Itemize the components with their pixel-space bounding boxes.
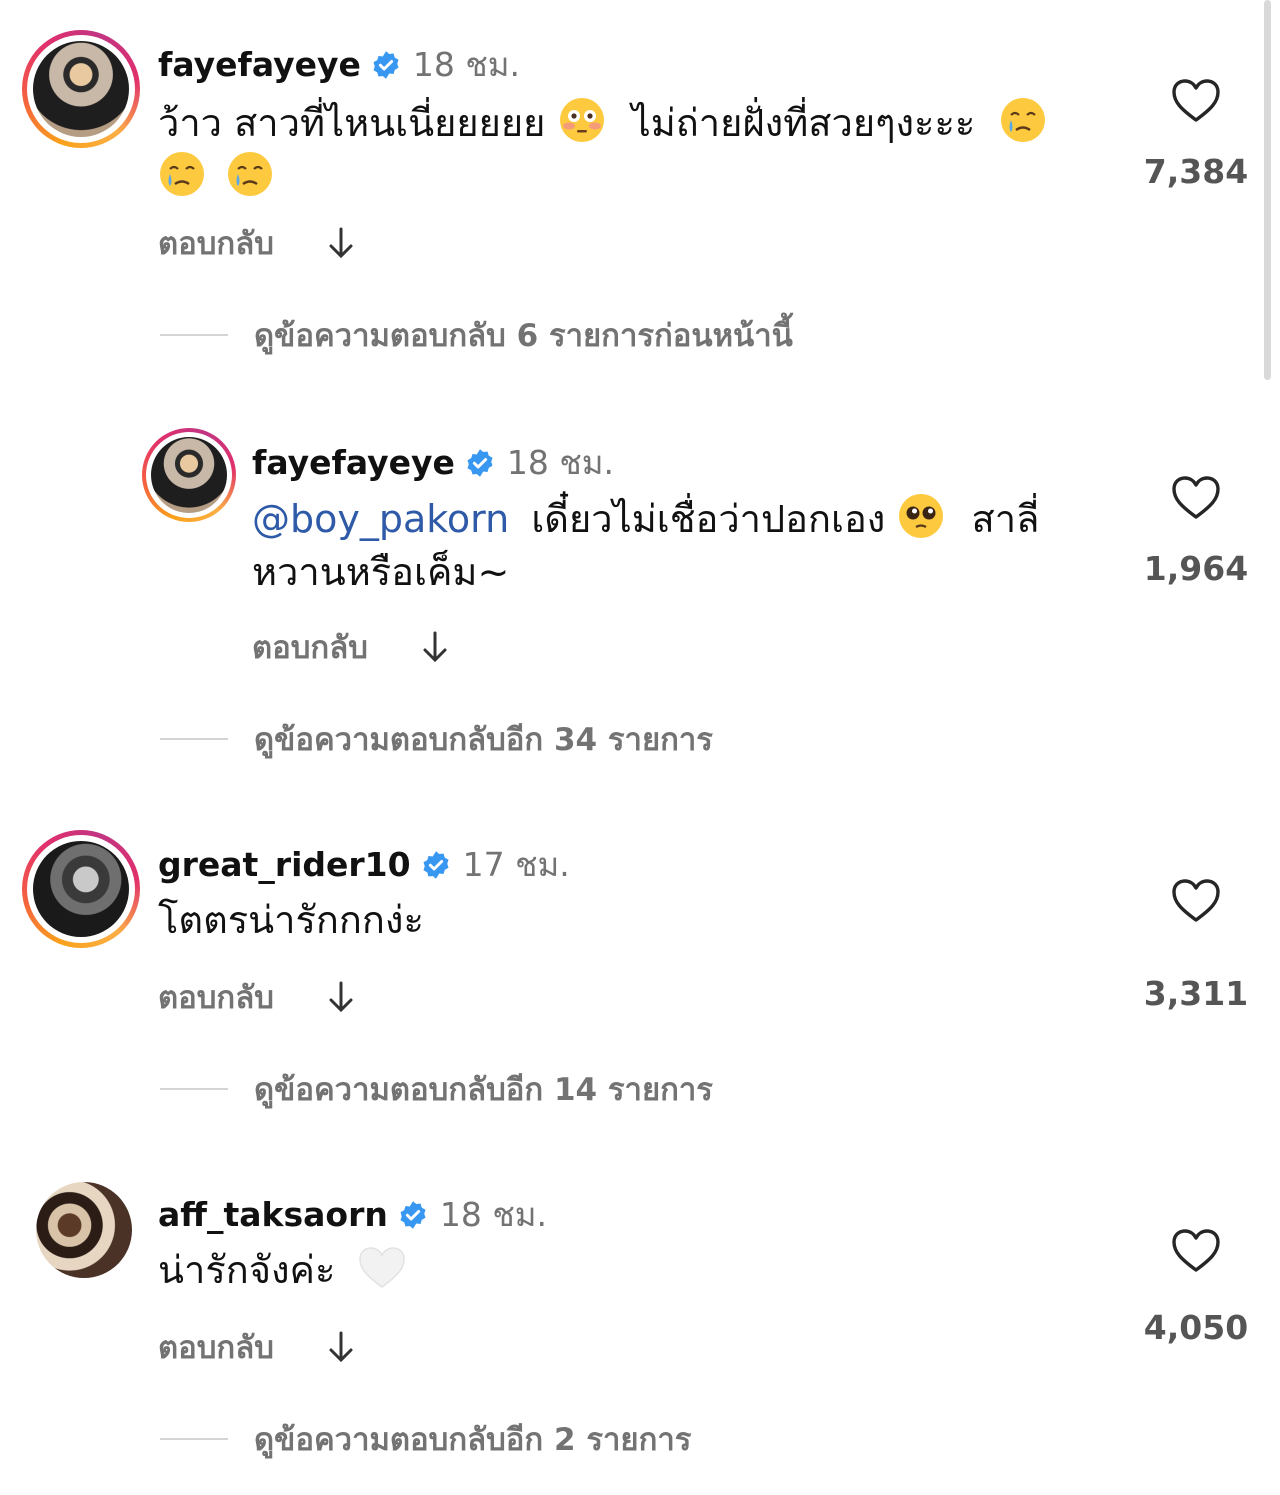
heart-outline-icon[interactable] xyxy=(1171,78,1221,124)
view-replies-button[interactable]: ดูข้อความตอบกลับอีก 34 รายการ xyxy=(160,714,713,764)
username[interactable]: aff_taksaorn xyxy=(158,1195,388,1234)
arrow-down-icon[interactable] xyxy=(420,629,450,665)
timestamp: 17 ชม. xyxy=(462,845,570,884)
divider xyxy=(160,1088,228,1090)
comment-text: น่ารักจังค่ะ xyxy=(158,1244,1058,1297)
comment-header: great_rider10 17 ชม. xyxy=(158,838,570,891)
arrow-down-icon[interactable] xyxy=(326,1329,356,1365)
view-replies-label: ดูข้อความตอบกลับอีก 34 รายการ xyxy=(254,722,713,758)
view-replies-button[interactable]: ดูข้อความตอบกลับอีก 14 รายการ xyxy=(160,1064,713,1114)
like-column: 4,050 xyxy=(1136,1228,1256,1347)
avatar-story-ring[interactable] xyxy=(22,830,140,948)
avatar xyxy=(33,841,129,937)
scrollbar[interactable] xyxy=(1264,0,1271,380)
heart-outline-icon[interactable] xyxy=(1171,475,1221,521)
reply-row: ตอบกลับ xyxy=(252,622,450,672)
reply-row: ตอบกลับ xyxy=(158,1322,356,1372)
reply-button[interactable]: ตอบกลับ xyxy=(158,218,274,268)
comment-text-part: เดี๋ยวไม่เชื่อว่าปอกเอง xyxy=(531,497,886,541)
timestamp: 18 ชม. xyxy=(439,1195,547,1234)
reply-button[interactable]: ตอบกลับ xyxy=(158,1322,274,1372)
like-count: 1,964 xyxy=(1143,549,1249,588)
comment-text-part: น่ารักจังค่ะ xyxy=(158,1248,336,1292)
reply-button[interactable]: ตอบกลับ xyxy=(158,972,274,1022)
reply-row: ตอบกลับ xyxy=(158,972,356,1022)
avatar-story-ring[interactable] xyxy=(142,428,236,522)
reply-button[interactable]: ตอบกลับ xyxy=(252,622,368,672)
like-column: 1,964 xyxy=(1136,475,1256,588)
white-heart-emoji-icon xyxy=(359,1247,406,1288)
crying-face-emoji-icon xyxy=(1001,98,1046,142)
comment-text: โตตรน่ารักกกง่ะ xyxy=(158,894,1058,947)
view-replies-label: ดูข้อความตอบกลับอีก 2 รายการ xyxy=(254,1422,692,1458)
view-replies-label: ดูข้อความตอบกลับอีก 14 รายการ xyxy=(254,1072,713,1108)
divider xyxy=(160,334,228,336)
comment-text-part: สาลี่ xyxy=(971,497,1040,541)
verified-badge-icon xyxy=(400,1200,426,1229)
like-column: 3,311 xyxy=(1136,878,1256,1013)
reply-row: ตอบกลับ xyxy=(158,218,356,268)
verified-badge-icon xyxy=(423,850,449,879)
arrow-down-icon[interactable] xyxy=(326,225,356,261)
avatar xyxy=(151,437,227,513)
view-replies-label: ดูข้อความตอบกลับ 6 รายการก่อนหน้านี้ xyxy=(254,318,793,354)
avatar-story-ring[interactable] xyxy=(22,30,140,148)
arrow-down-icon[interactable] xyxy=(326,979,356,1015)
crying-face-emoji-icon xyxy=(160,152,204,196)
heart-outline-icon[interactable] xyxy=(1171,1228,1221,1274)
flushed-face-emoji-icon xyxy=(559,98,604,142)
comment-text-part: โตตรน่ารักกกง่ะ xyxy=(158,898,424,942)
timestamp: 18 ชม. xyxy=(412,45,521,84)
avatar xyxy=(33,41,129,137)
like-count: 7,384 xyxy=(1143,152,1249,191)
heart-outline-icon[interactable] xyxy=(1171,878,1221,924)
comment-header: fayefayeye 18 ชม. xyxy=(158,38,520,91)
view-replies-button[interactable]: ดูข้อความตอบกลับอีก 2 รายการ xyxy=(160,1414,691,1464)
view-replies-button[interactable]: ดูข้อความตอบกลับ 6 รายการก่อนหน้านี้ xyxy=(160,310,793,360)
avatar[interactable] xyxy=(36,1182,132,1278)
like-count: 3,311 xyxy=(1143,974,1249,1013)
mention-link[interactable]: @boy_pakorn xyxy=(252,497,509,541)
like-count: 4,050 xyxy=(1143,1308,1249,1347)
comment-text-part: หวานหรือเค็ม~ xyxy=(252,550,510,594)
pleading-face-emoji-icon xyxy=(899,494,944,538)
comment-text-part: ว้าว สาวที่ไหนเนี่ยยยยย xyxy=(158,101,546,145)
divider xyxy=(160,1438,228,1440)
like-column: 7,384 xyxy=(1136,78,1256,191)
username[interactable]: fayefayeye xyxy=(158,45,361,84)
comment-text-part: ไม่ถ่ายฝั่งที่สวยๆงะะะ xyxy=(631,101,976,145)
divider xyxy=(160,738,228,740)
username[interactable]: fayefayeye xyxy=(252,443,455,482)
comment-text: ว้าว สาวที่ไหนเนี่ยยยยย ไม่ถ่ายฝั่งที่สว… xyxy=(158,96,1098,204)
timestamp: 18 ชม. xyxy=(506,443,615,482)
crying-face-emoji-icon xyxy=(228,152,273,196)
verified-badge-icon xyxy=(467,448,493,477)
comment-header: aff_taksaorn 18 ชม. xyxy=(158,1188,547,1241)
comment-header: fayefayeye 18 ชม. xyxy=(252,436,614,489)
comment-text: @boy_pakorn เดี๋ยวไม่เชื่อว่าปอกเอง สาลี… xyxy=(252,492,1072,599)
verified-badge-icon xyxy=(373,50,399,79)
username[interactable]: great_rider10 xyxy=(158,845,411,884)
